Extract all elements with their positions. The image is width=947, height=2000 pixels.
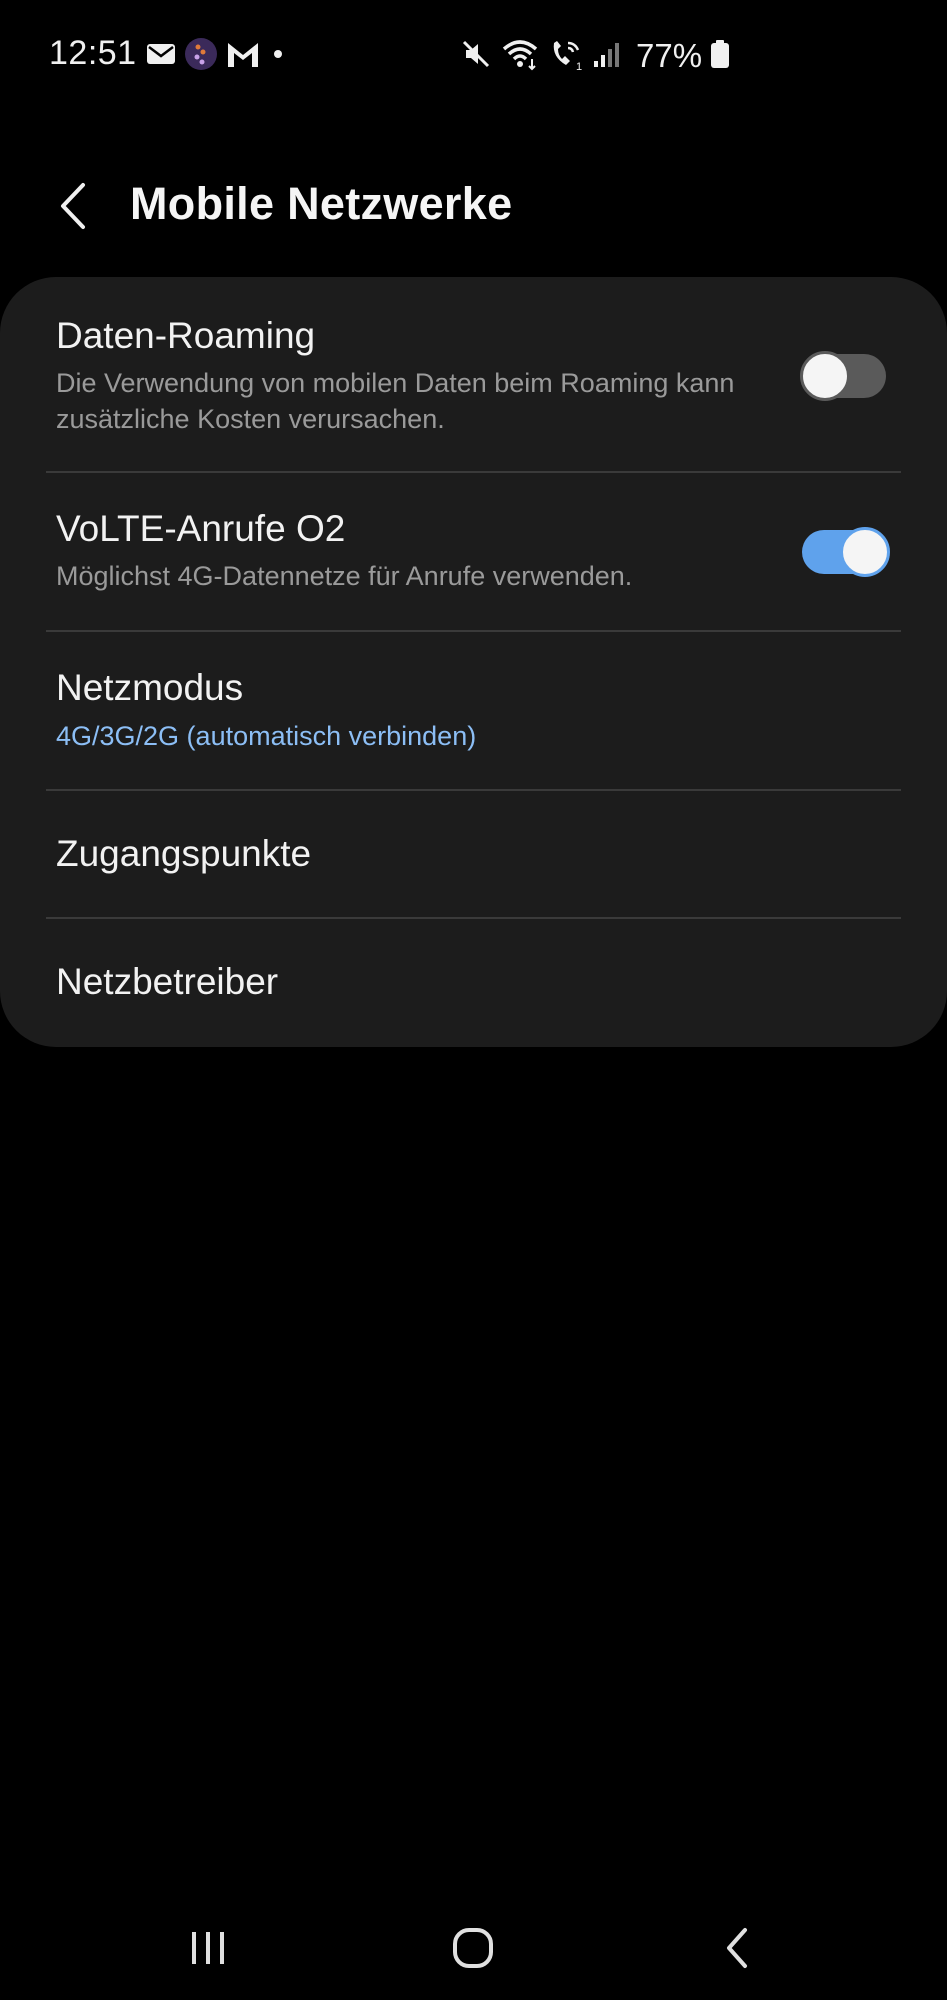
- nav-back-button[interactable]: [698, 1920, 778, 1980]
- screen: 12:51 1 77% Mobile Netzwerke Daten-Roami…: [0, 0, 947, 2000]
- app-bar: Mobile Netzwerke: [0, 160, 947, 250]
- setting-network-operators[interactable]: Netzbetreiber: [0, 919, 947, 1045]
- chevron-left-icon: [57, 181, 91, 236]
- gmail-icon: [226, 39, 260, 74]
- mail-icon: [146, 42, 176, 71]
- volte-toggle[interactable]: [802, 527, 890, 577]
- home-button[interactable]: [433, 1920, 513, 1980]
- back-icon: [723, 1926, 753, 1975]
- volte-description: Möglichst 4G-Datennetze für Anrufe verwe…: [56, 561, 633, 591]
- battery-percentage: 77%: [636, 37, 703, 74]
- setting-network-mode[interactable]: Netzmodus 4G/3G/2G (automatisch verbinde…: [0, 632, 947, 789]
- access-points-title: Zugangspunkte: [56, 833, 312, 874]
- page-title: Mobile Netzwerke: [130, 178, 513, 229]
- recent-apps-button[interactable]: [168, 1920, 248, 1980]
- navigation-bar: [0, 1900, 947, 2000]
- data-roaming-toggle[interactable]: [800, 351, 886, 401]
- battery-icon: [710, 39, 730, 74]
- status-time: 12:51: [49, 34, 137, 72]
- notification-icons: [146, 36, 288, 76]
- network-mode-value: 4G/3G/2G (automatisch verbinden): [56, 721, 477, 751]
- recent-apps-icon: [186, 1928, 230, 1973]
- app-icon: [184, 37, 218, 76]
- back-button[interactable]: [44, 178, 104, 238]
- svg-text:1: 1: [576, 61, 582, 71]
- data-roaming-title: Daten-Roaming: [56, 315, 316, 356]
- wifi-call-icon: 1: [548, 37, 584, 76]
- mute-icon: [460, 38, 492, 75]
- setting-data-roaming[interactable]: Daten-Roaming Die Verwendung von mobilen…: [0, 277, 947, 472]
- toggle-knob: [840, 527, 890, 577]
- system-icons: 1 77%: [460, 36, 730, 76]
- status-bar: 12:51 1 77%: [0, 0, 947, 112]
- setting-volte[interactable]: VoLTE-Anrufe O2 Möglichst 4G-Datennetze …: [0, 473, 947, 631]
- wifi-icon: [500, 37, 540, 76]
- dot-icon: [268, 44, 288, 69]
- data-roaming-description: Die Verwendung von mobilen Daten beim Ro…: [56, 368, 735, 434]
- setting-access-points[interactable]: Zugangspunkte: [0, 791, 947, 917]
- volte-title: VoLTE-Anrufe O2: [56, 508, 346, 549]
- signal-icon: [592, 39, 622, 74]
- network-operators-title: Netzbetreiber: [56, 961, 279, 1002]
- toggle-knob: [800, 351, 850, 401]
- network-mode-title: Netzmodus: [56, 667, 244, 708]
- settings-card: Daten-Roaming Die Verwendung von mobilen…: [0, 277, 947, 1047]
- home-icon: [451, 1926, 495, 1975]
